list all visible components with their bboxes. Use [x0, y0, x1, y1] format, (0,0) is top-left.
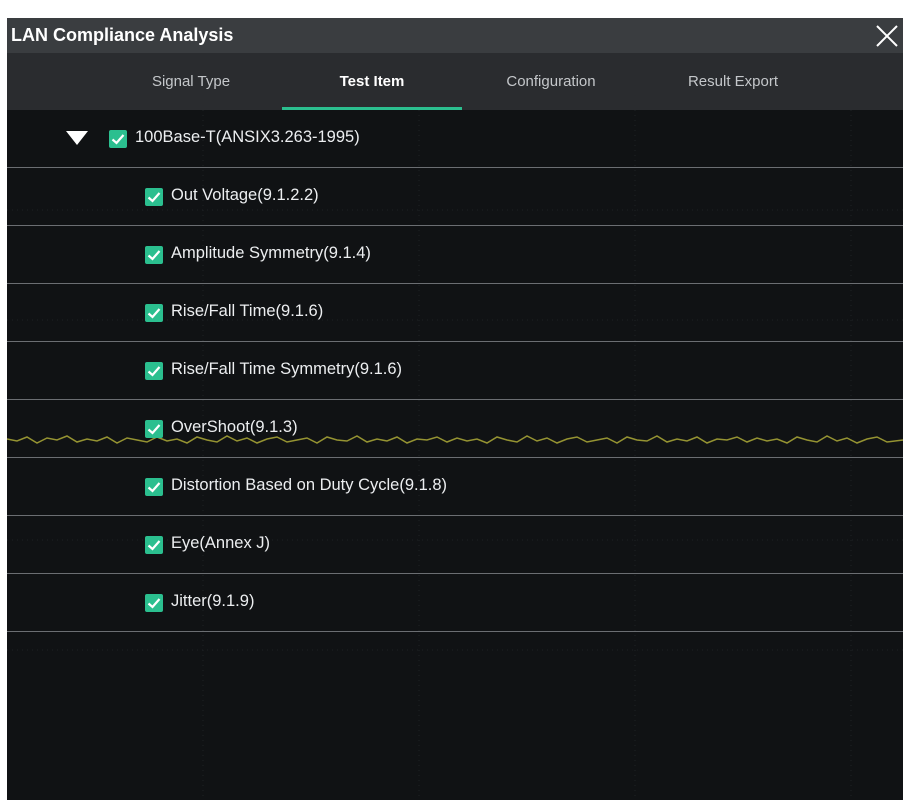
root-label: 100Base-T(ANSIX3.263-1995)	[135, 128, 360, 146]
checkmark-icon	[147, 424, 161, 435]
item-checkbox[interactable]	[145, 594, 163, 612]
lan-compliance-dialog: LAN Compliance Analysis Signal Type Test…	[7, 18, 903, 800]
item-checkbox[interactable]	[145, 478, 163, 496]
test-item-row[interactable]: Rise/Fall Time Symmetry(9.1.6)	[7, 342, 903, 400]
item-checkbox[interactable]	[145, 304, 163, 322]
tab-result-export[interactable]: Result Export	[653, 53, 813, 110]
item-checkbox[interactable]	[145, 420, 163, 438]
test-item-row[interactable]: Out Voltage(9.1.2.2)	[7, 168, 903, 226]
tab-configuration[interactable]: Configuration	[471, 53, 631, 110]
checkmark-icon	[147, 482, 161, 493]
title-bar: LAN Compliance Analysis	[7, 18, 903, 53]
triangle-down-icon[interactable]	[66, 131, 88, 145]
test-item-row[interactable]: Jitter(9.1.9)	[7, 574, 903, 632]
tab-signal-type[interactable]: Signal Type	[111, 53, 271, 110]
checkmark-icon	[147, 366, 161, 377]
test-item-row[interactable]: Distortion Based on Duty Cycle(9.1.8)	[7, 458, 903, 516]
tab-label: Result Export	[687, 73, 779, 90]
tab-label: Configuration	[506, 73, 596, 90]
item-label: Distortion Based on Duty Cycle(9.1.8)	[171, 476, 448, 494]
item-checkbox[interactable]	[145, 246, 163, 264]
checkmark-icon	[111, 134, 125, 145]
item-checkbox[interactable]	[145, 536, 163, 554]
item-label: OverShoot(9.1.3)	[171, 418, 298, 436]
checkmark-icon	[147, 192, 161, 203]
checkmark-icon	[147, 598, 161, 609]
item-checkbox[interactable]	[145, 188, 163, 206]
item-label: Out Voltage(9.1.2.2)	[171, 186, 319, 204]
item-label: Jitter(9.1.9)	[171, 592, 255, 610]
checkmark-icon	[147, 540, 161, 551]
item-checkbox[interactable]	[145, 362, 163, 380]
test-item-row[interactable]: OverShoot(9.1.3)	[7, 400, 903, 458]
test-item-list: 100Base-T(ANSIX3.263-1995) Out Voltage(9…	[7, 110, 903, 800]
test-item-row[interactable]: Amplitude Symmetry(9.1.4)	[7, 226, 903, 284]
dialog-title: LAN Compliance Analysis	[11, 25, 234, 45]
tree-root-row[interactable]: 100Base-T(ANSIX3.263-1995)	[7, 110, 903, 168]
tab-label: Signal Type	[151, 73, 231, 90]
tab-bar: Signal Type Test Item Configuration Resu…	[7, 53, 903, 110]
root-checkbox[interactable]	[109, 130, 127, 148]
item-label: Amplitude Symmetry(9.1.4)	[171, 244, 371, 262]
item-label: Eye(Annex J)	[171, 534, 271, 552]
test-item-row[interactable]: Eye(Annex J)	[7, 516, 903, 574]
tab-label: Test Item	[339, 73, 405, 90]
checkmark-icon	[147, 308, 161, 319]
test-item-row[interactable]: Rise/Fall Time(9.1.6)	[7, 284, 903, 342]
tab-test-item[interactable]: Test Item	[282, 53, 462, 110]
item-label: Rise/Fall Time Symmetry(9.1.6)	[171, 360, 403, 378]
item-label: Rise/Fall Time(9.1.6)	[171, 302, 324, 320]
close-icon[interactable]	[873, 22, 901, 50]
checkmark-icon	[147, 250, 161, 261]
